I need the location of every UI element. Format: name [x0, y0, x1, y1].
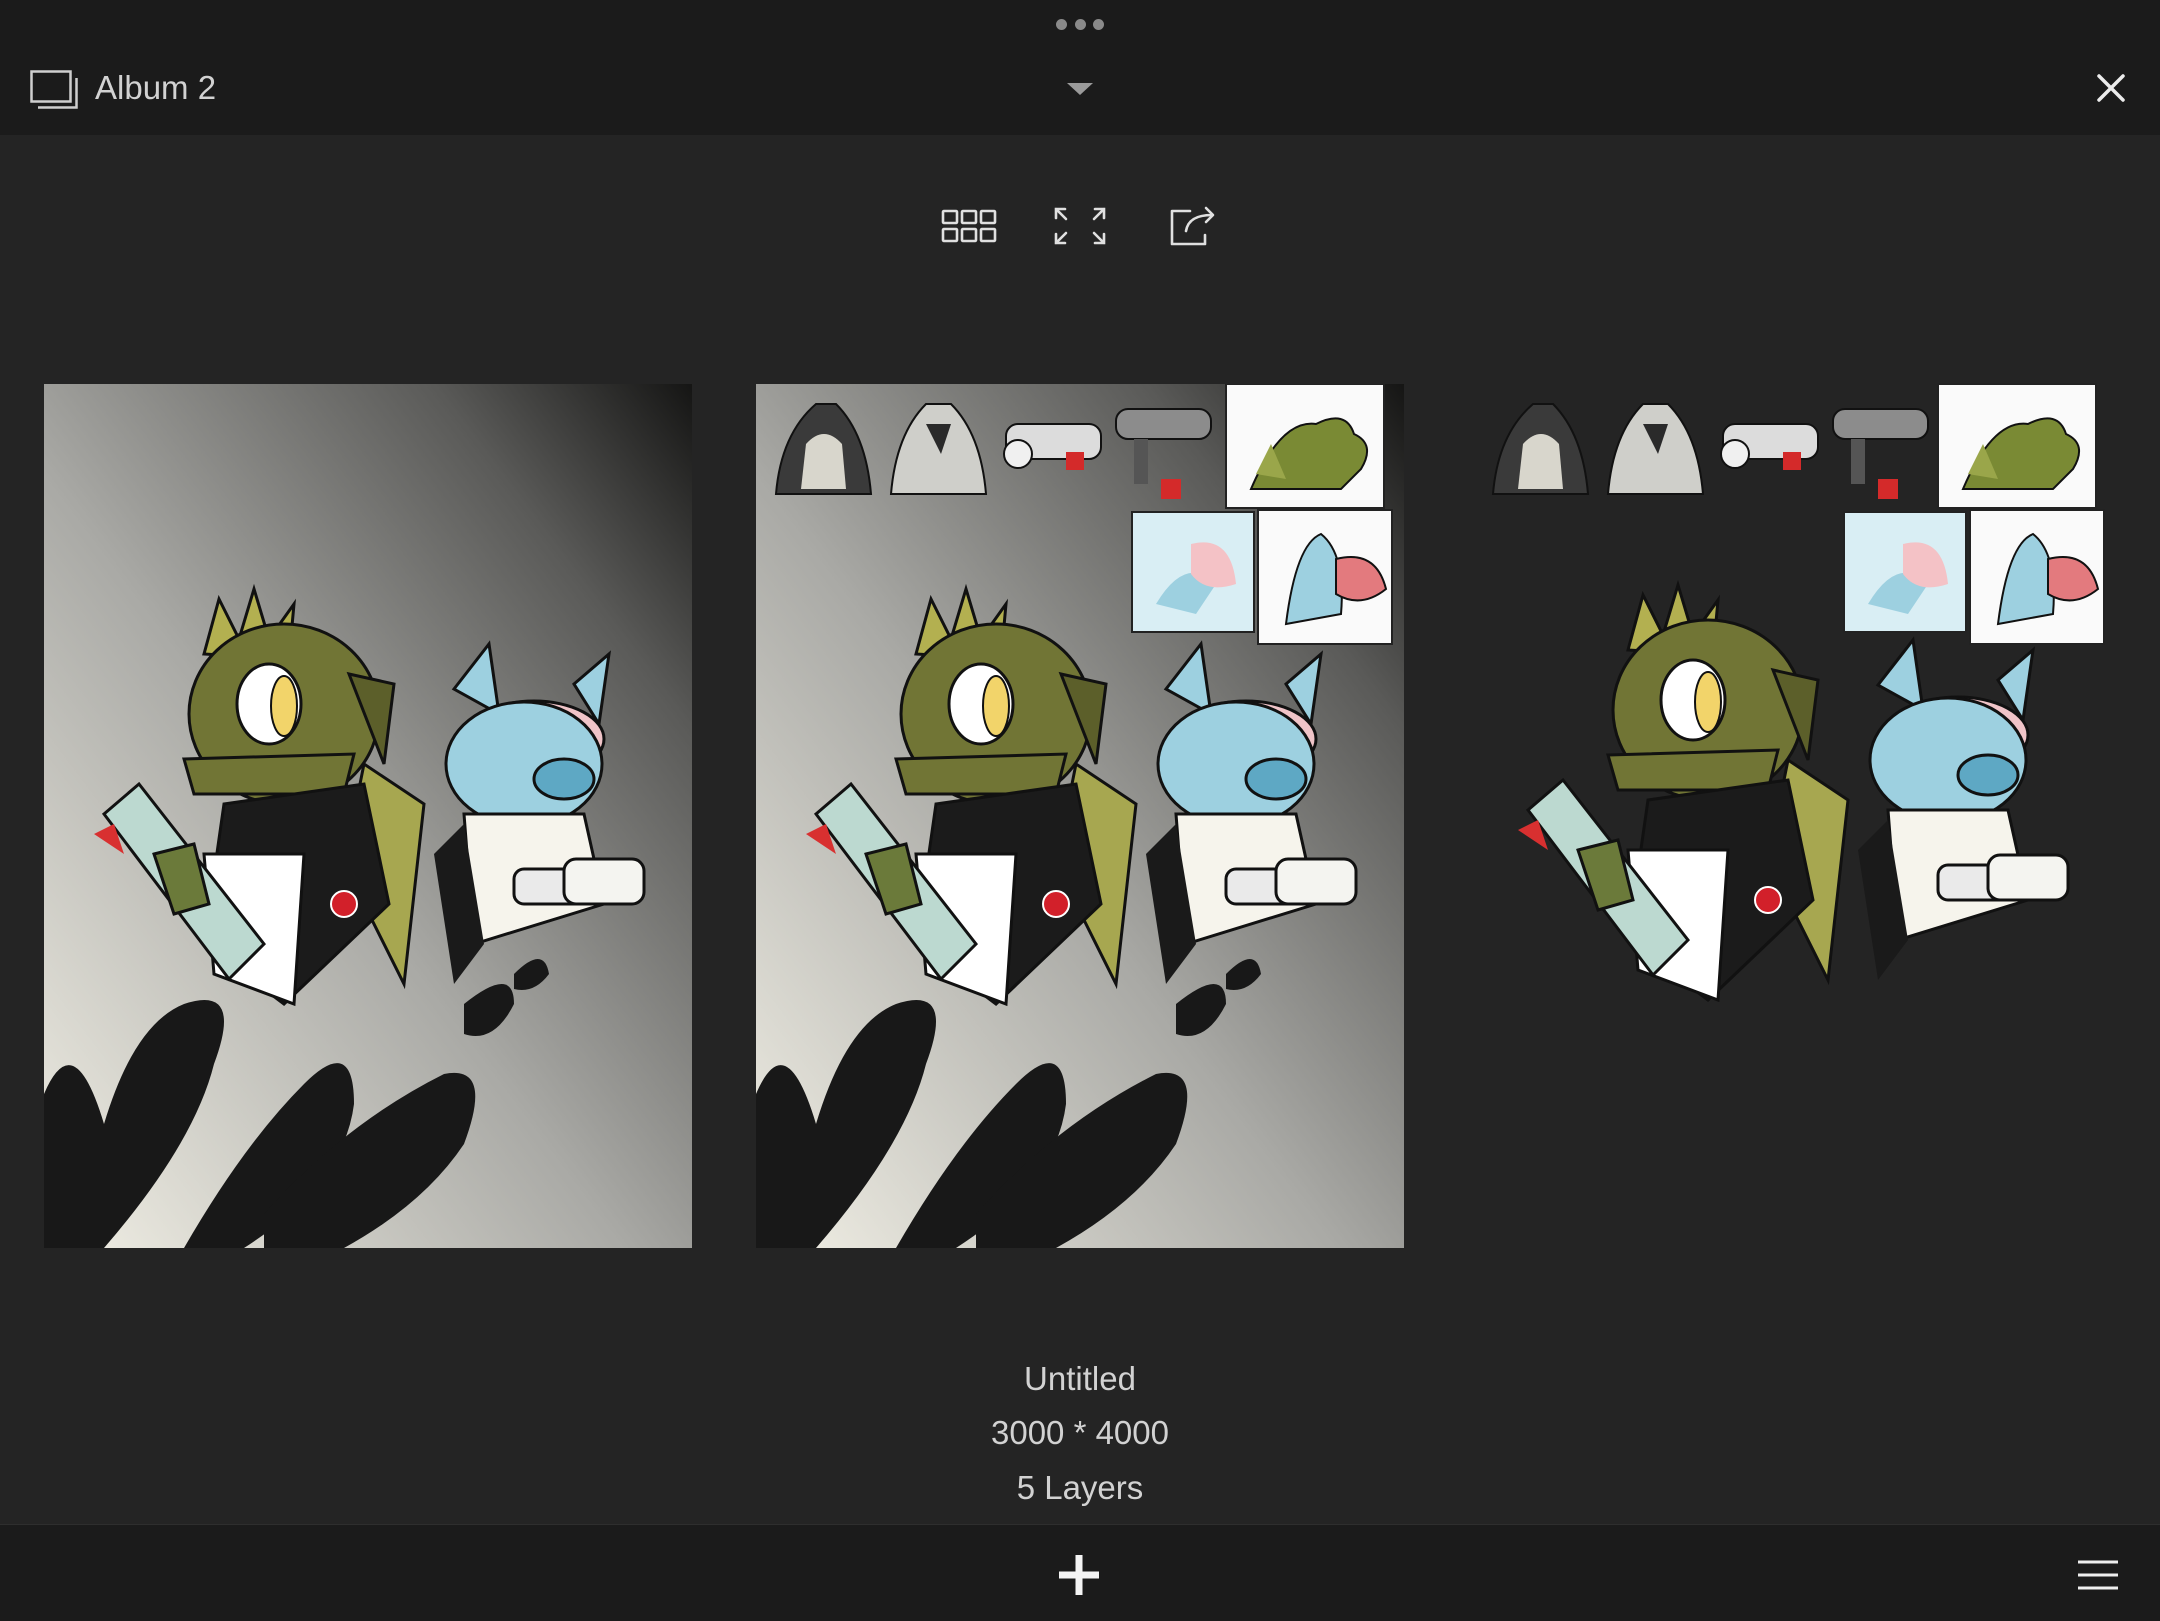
fullscreen-expand-icon: [1054, 207, 1106, 245]
album-title[interactable]: Album 2: [95, 68, 216, 108]
artwork-thumbnail-3[interactable]: [1468, 380, 2116, 1244]
grid-view-icon: [941, 209, 997, 243]
hamburger-menu-icon[interactable]: [2077, 1559, 2119, 1591]
more-dots-icon[interactable]: [1056, 19, 1104, 31]
plus-icon[interactable]: [1055, 1551, 1103, 1599]
artwork-thumbnail-1[interactable]: [44, 384, 692, 1248]
album-stack-icon: [30, 70, 78, 109]
export-button[interactable]: [1163, 200, 1223, 252]
top-bar: Album 2: [0, 0, 2160, 135]
chevron-down-icon[interactable]: [1067, 81, 1093, 97]
close-icon[interactable]: [2093, 70, 2129, 106]
artwork-image: [756, 384, 1404, 1248]
artwork-thumbnail-2[interactable]: [756, 384, 1404, 1248]
artwork-layer-count: 5 Layers: [1016, 1469, 1144, 1506]
artwork-dimensions: 3000 * 4000: [990, 1414, 1169, 1451]
grid-view-button[interactable]: [939, 200, 999, 252]
artwork-image: [44, 384, 692, 1248]
bottom-bar: [0, 1524, 2160, 1621]
artwork-name: Untitled: [1024, 1360, 1136, 1397]
fullscreen-button[interactable]: [1050, 200, 1110, 252]
export-share-icon: [1170, 206, 1215, 246]
artwork-image: [1472, 383, 2105, 1002]
